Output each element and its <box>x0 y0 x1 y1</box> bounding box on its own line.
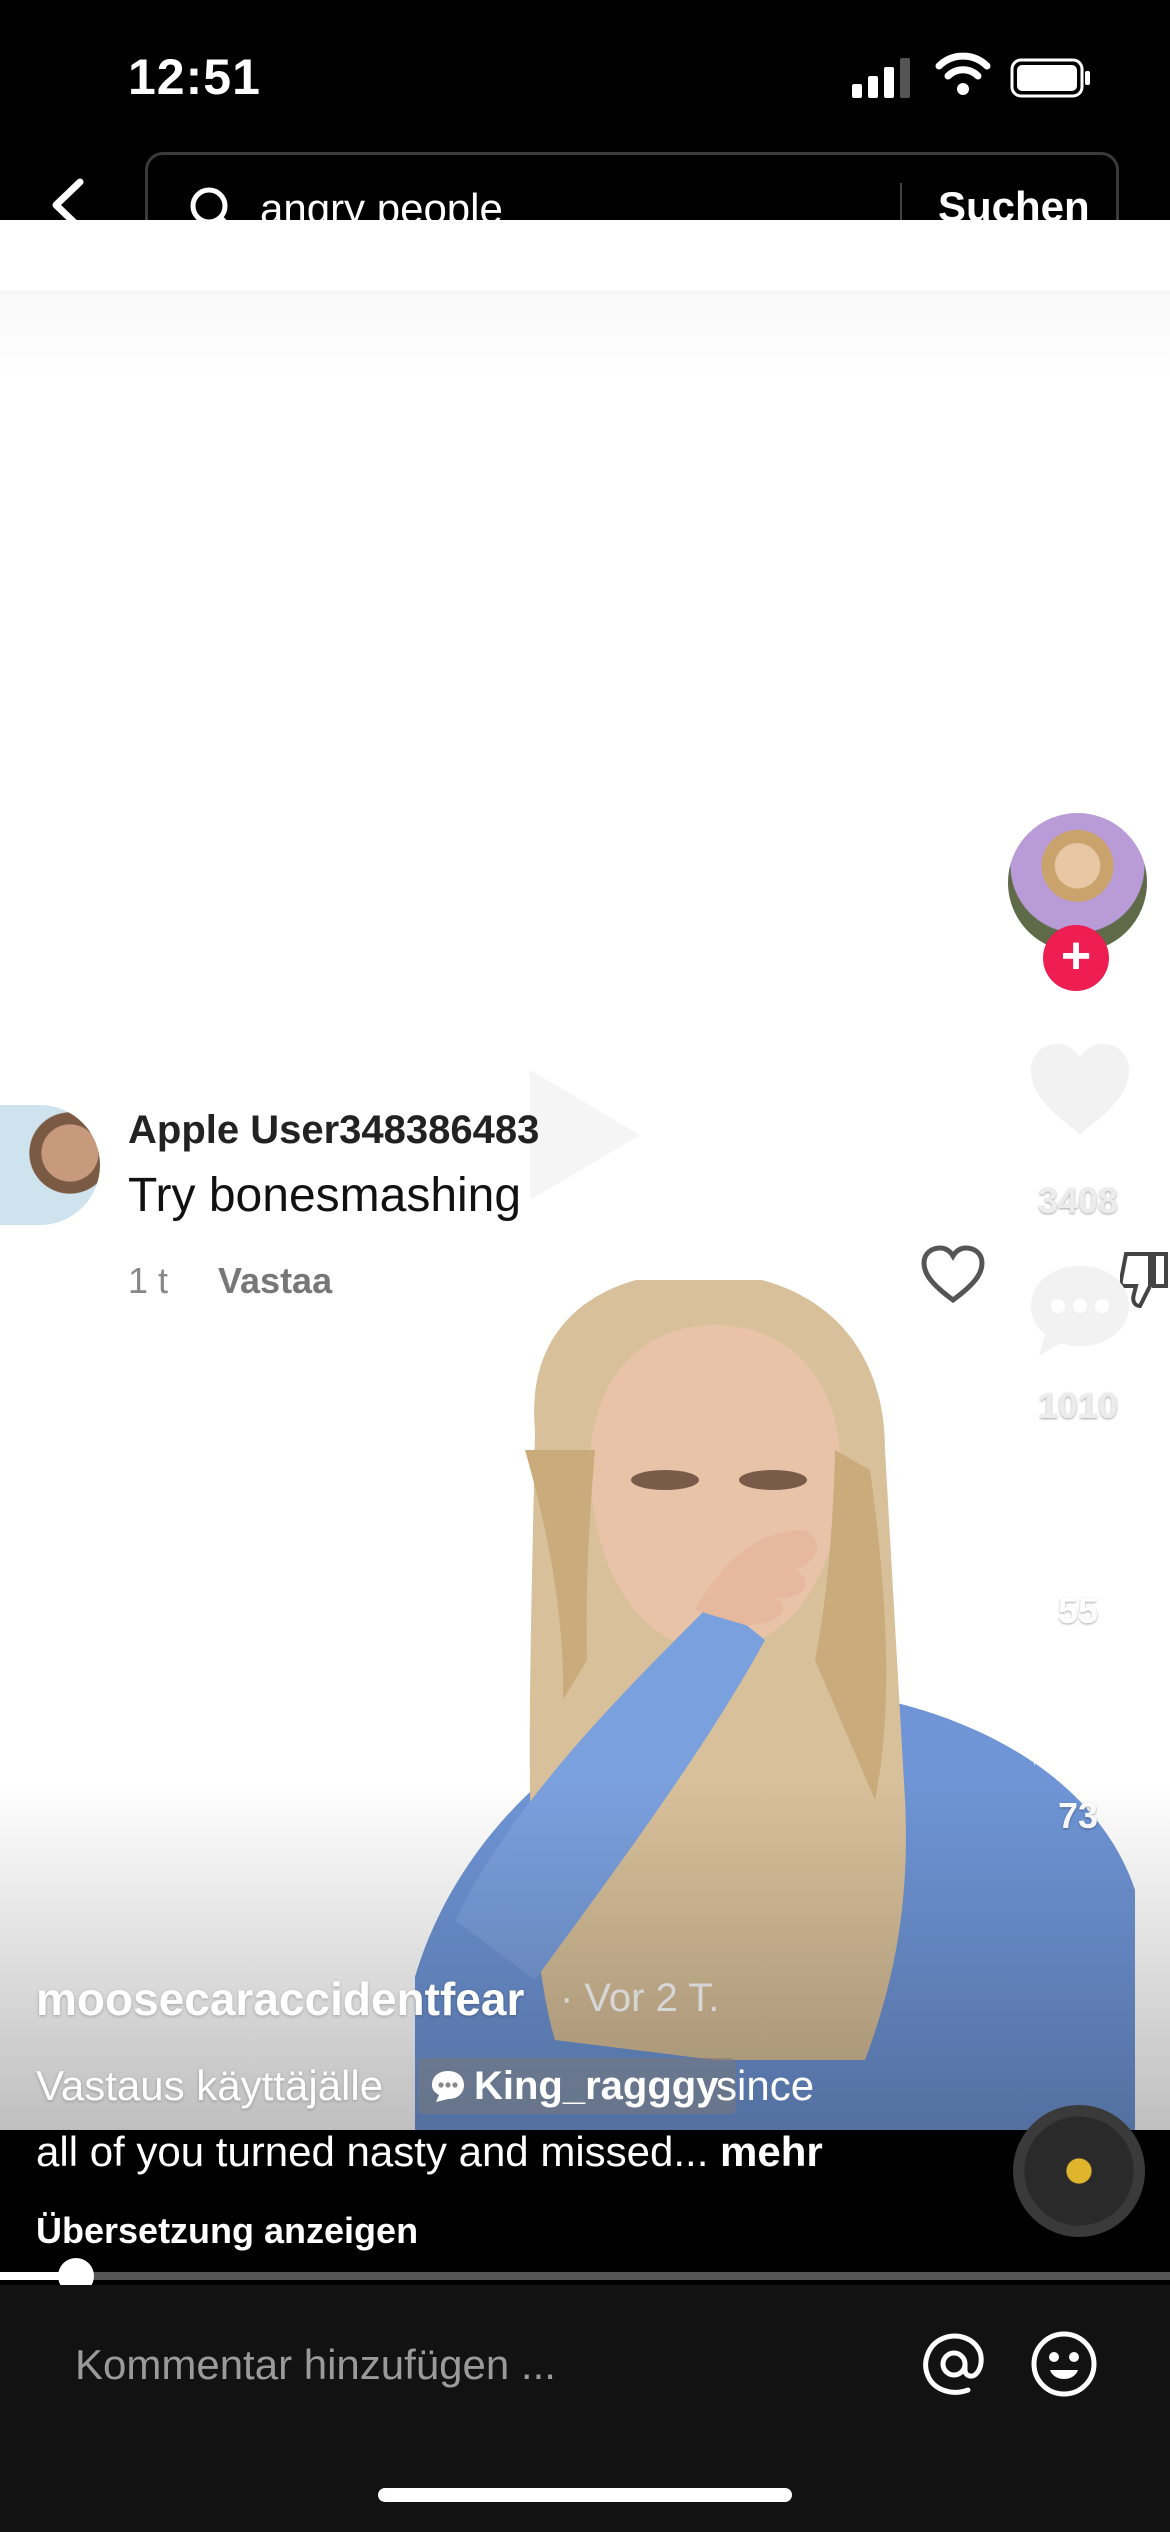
status-time: 12:51 <box>128 49 261 105</box>
follow-button[interactable]: + <box>1043 925 1109 991</box>
play-icon <box>530 1070 640 1200</box>
music-disc-icon[interactable] <box>1013 2105 1145 2237</box>
comment-reply-button[interactable]: Vastaa <box>218 1260 332 1302</box>
caption-line: all of you turned nasty and missed... <box>36 2128 709 2175</box>
bookmark-icon[interactable] <box>1042 1470 1118 1566</box>
home-indicator[interactable] <box>378 2488 792 2502</box>
comment-text: Try bonesmashing <box>128 1169 522 1222</box>
translate-button[interactable]: Übersetzung anzeigen <box>36 2210 418 2252</box>
bookmark-count: 55 <box>1057 1590 1099 1631</box>
emoji-icon[interactable] <box>1030 2330 1098 2398</box>
post-age: · Vor 2 T. <box>560 1976 720 2020</box>
like-count: 3408 <box>1037 1180 1119 1221</box>
reply-to-username: King_ragggy <box>474 2063 719 2108</box>
share-arrow-icon[interactable] <box>1030 1680 1130 1770</box>
caption-prefix: Vastaus käyttäjälle <box>36 2062 384 2109</box>
at-icon[interactable] <box>920 2330 988 2398</box>
heart-icon[interactable] <box>920 1245 986 1305</box>
author-username[interactable]: moosecaraccidentfear <box>36 1972 524 2026</box>
comment-username[interactable]: Apple User348386483 <box>128 1108 539 1153</box>
caption-text: all of you turned nasty and missed... me… <box>36 2128 823 2176</box>
signal-icon <box>852 58 910 98</box>
video-progress-bar[interactable] <box>0 2258 1170 2294</box>
like-icon[interactable] <box>1025 1040 1135 1140</box>
battery-icon <box>1010 58 1090 98</box>
comment-bubble-icon[interactable] <box>1025 1260 1135 1360</box>
comment-avatar[interactable] <box>0 1105 100 1225</box>
comment-input[interactable]: Kommentar hinzufügen ... <box>75 2341 556 2389</box>
comment-time: 1 t <box>128 1260 169 1301</box>
reply-to-chip[interactable]: King_ragggy <box>418 2058 737 2114</box>
caption-more-button[interactable]: mehr <box>720 2128 823 2175</box>
caption-continuation: since <box>716 2062 815 2109</box>
comment-chip-icon <box>432 2071 464 2102</box>
wifi-icon <box>935 52 991 95</box>
comment-count: 1010 <box>1037 1385 1119 1426</box>
header-fade <box>0 220 1170 290</box>
